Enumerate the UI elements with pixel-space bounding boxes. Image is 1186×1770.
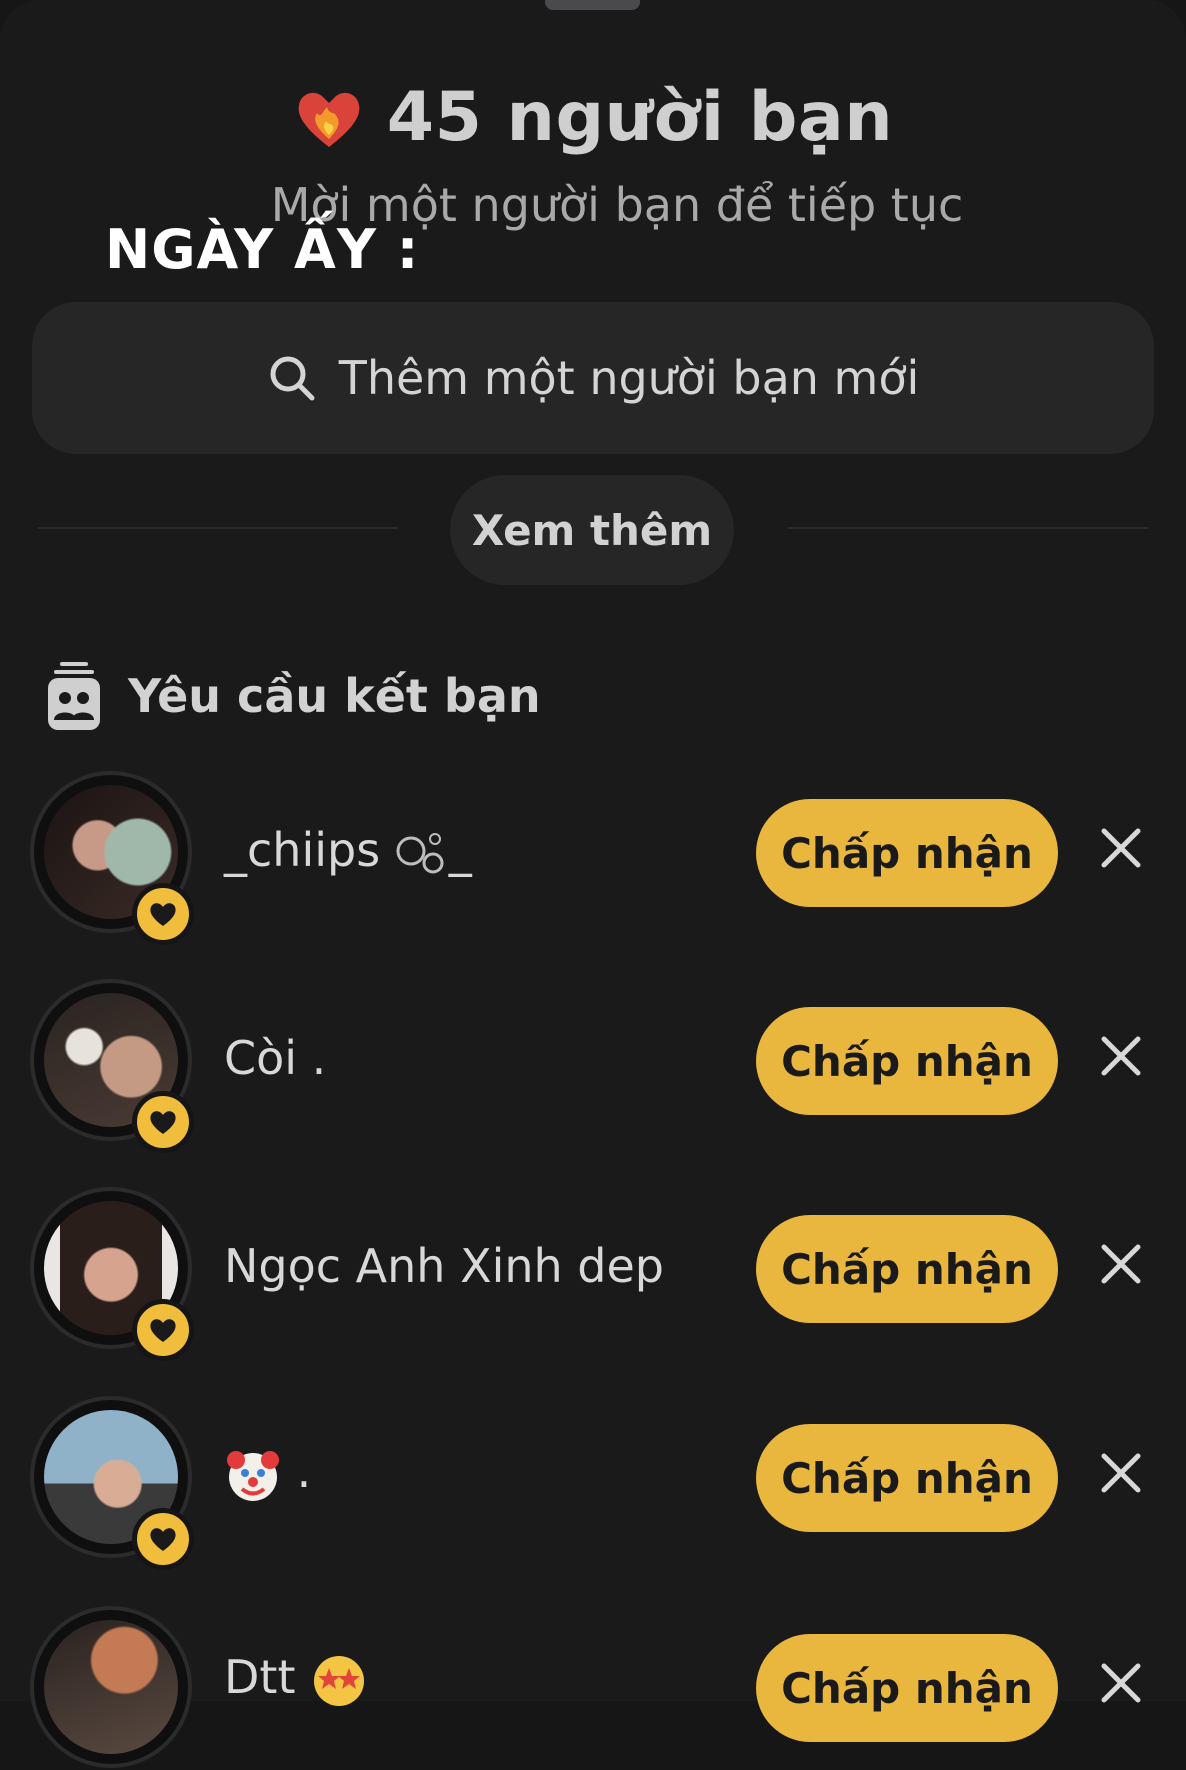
friend-requests-icon — [48, 662, 100, 730]
accept-button[interactable]: Chấp nhận — [756, 1007, 1058, 1115]
accept-button[interactable]: Chấp nhận — [756, 799, 1058, 907]
gold-heart-badge — [132, 1091, 194, 1153]
fire-heart-icon — [298, 92, 360, 147]
friend-request-row: _chiips _ Chấp nhận — [0, 775, 1186, 945]
request-name: _chiips _ — [224, 823, 472, 877]
heart-icon — [150, 1528, 176, 1551]
close-icon[interactable] — [1100, 1035, 1142, 1077]
friend-request-row: Dtt Chấp nhận — [0, 1610, 1186, 1770]
avatar[interactable] — [44, 1620, 178, 1754]
friends-sheet: 45 người bạn Mời một người bạn để tiếp t… — [0, 0, 1186, 1764]
gold-heart-badge — [132, 883, 194, 945]
request-name: Ngọc Anh Xinh dep — [224, 1239, 664, 1293]
close-icon[interactable] — [1100, 1452, 1142, 1494]
accept-button[interactable]: Chấp nhận — [756, 1634, 1058, 1742]
see-more-button[interactable]: Xem thêm — [450, 475, 734, 585]
close-icon[interactable] — [1100, 1662, 1142, 1704]
close-icon[interactable] — [1100, 827, 1142, 869]
friend-requests-header: Yêu cầu kết bạn — [46, 656, 541, 736]
request-name: Còi . — [224, 1031, 327, 1085]
gold-heart-badge — [132, 1508, 194, 1570]
friend-request-row: . Chấp nhận — [0, 1400, 1186, 1570]
sheet-grabber[interactable] — [545, 0, 640, 10]
search-placeholder: Thêm một người bạn mới — [338, 351, 920, 405]
add-friend-search[interactable]: Thêm một người bạn mới — [32, 302, 1154, 454]
title-row: 45 người bạn — [0, 72, 1186, 162]
search-icon — [270, 356, 315, 401]
friends-count-title: 45 người bạn — [386, 77, 894, 157]
accept-button[interactable]: Chấp nhận — [756, 1215, 1058, 1323]
request-name: . — [224, 1444, 311, 1504]
divider-right — [788, 527, 1148, 529]
friend-request-row: Ngọc Anh Xinh dep Chấp nhận — [0, 1191, 1186, 1361]
heart-icon — [150, 903, 176, 926]
friend-request-row: Còi . Chấp nhận — [0, 983, 1186, 1153]
overlay-caption: NGÀY ẤY : — [105, 218, 420, 281]
accept-button[interactable]: Chấp nhận — [756, 1424, 1058, 1532]
heart-icon — [150, 1319, 176, 1342]
friend-requests-title: Yêu cầu kết bạn — [128, 669, 541, 723]
gold-heart-badge — [132, 1299, 194, 1361]
clown-face-icon — [227, 1450, 279, 1501]
bubbles-icon — [396, 832, 444, 873]
divider-left — [38, 527, 398, 529]
close-icon[interactable] — [1100, 1243, 1142, 1285]
heart-icon — [150, 1111, 176, 1134]
